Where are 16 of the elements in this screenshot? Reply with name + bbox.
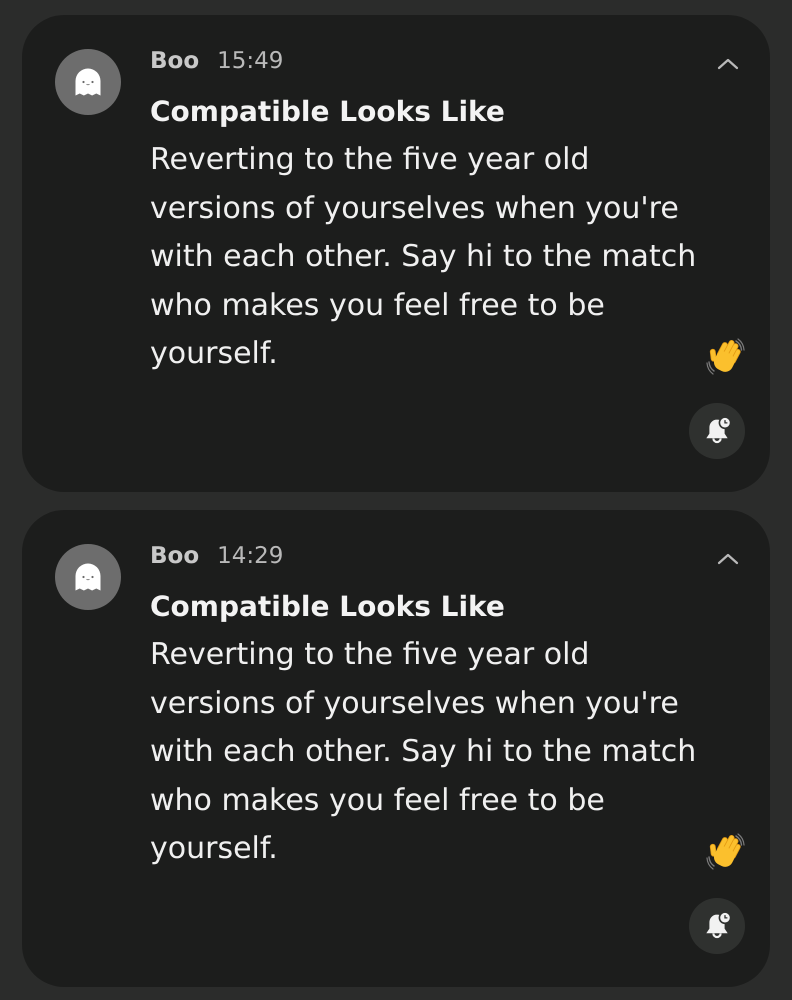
app-name: Boo xyxy=(150,48,200,74)
notification-card[interactable]: Boo 14:29 Compatible Looks Like Reverting to the five year old versions of yourselves when you're with each other. Say hi to the match who makes you feel free to be yourself. xyxy=(22,510,770,987)
chevron-icon[interactable] xyxy=(717,58,739,70)
notification-card[interactable]: Boo 15:49 Compatible Looks Like Reverting to the five year old versions of yourselves when you're with each other. Say hi to the match who makes you feel free to be yourself. xyxy=(22,15,770,492)
waving-hand-icon xyxy=(706,336,746,376)
ghost-app-icon xyxy=(55,544,121,610)
notification-message: Reverting to the five year old versions of yourselves when you're with each other. Say hi to the match who makes you feel free to be yourself. xyxy=(150,141,698,373)
app-name: Boo xyxy=(150,543,200,569)
chevron-icon[interactable] xyxy=(717,553,739,565)
waving-hand-icon xyxy=(706,830,746,870)
notification-title: Compatible Looks Like xyxy=(150,94,505,130)
notification-message: Reverting to the five year old versions of yourselves when you're with each other. Say hi to the match who makes you feel free to be yourself. xyxy=(150,636,698,868)
notification-time: 14:29 xyxy=(217,543,284,569)
notification-time: 15:49 xyxy=(217,48,284,74)
ghost-app-icon xyxy=(55,49,121,115)
notification-title: Compatible Looks Like xyxy=(150,589,505,625)
